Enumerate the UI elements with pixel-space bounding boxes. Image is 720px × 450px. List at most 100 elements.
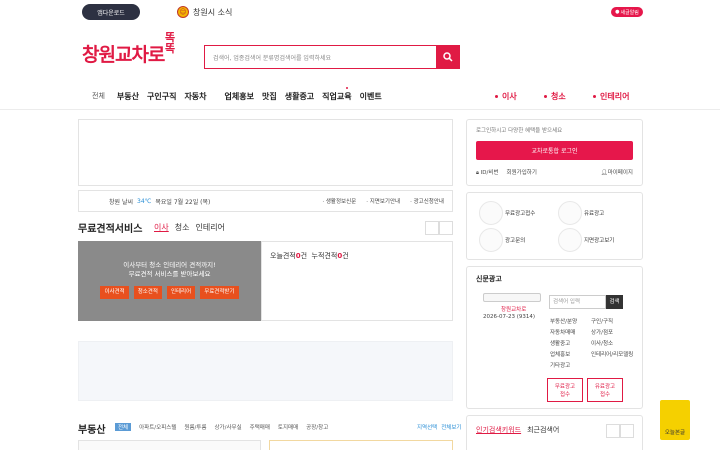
search-icon	[443, 52, 453, 62]
today-label: 오늘견적	[270, 252, 296, 260]
service-inquiry[interactable]: 광고문의	[479, 228, 525, 252]
re-tab-factory[interactable]: 공장/창고	[306, 423, 328, 431]
quote-btn-moving[interactable]: 이사견적	[100, 286, 129, 299]
search-input[interactable]: 검색어, 업종검색어 분류명검색어를 입력하세요	[204, 45, 436, 69]
re-link-region[interactable]: 지역선택	[417, 423, 437, 431]
service-paper-view[interactable]: 지면광고보기	[558, 228, 614, 252]
news-cat[interactable]: 업체홍보	[550, 350, 570, 358]
total-unit: 건	[342, 252, 349, 260]
mypage-link[interactable]: 👤︎마이페이지	[601, 168, 633, 177]
site-logo[interactable]: 창원교차로 똑똑	[82, 32, 175, 67]
link-newspaper[interactable]: 생활정보신문	[322, 197, 356, 205]
tab-interior[interactable]: 인테리어	[195, 222, 224, 233]
nav-item-used[interactable]: 생활중고	[285, 91, 314, 102]
service-icon	[558, 228, 582, 252]
quote-image[interactable]: 이사부터 청소 인테리어 견적까지! 무료견적 서비스를 받아보세요 이사견적 …	[78, 241, 261, 321]
tab-cleaning[interactable]: 청소	[175, 222, 190, 233]
keyword-pager	[606, 424, 634, 438]
quote-image-line2: 무료견적 서비스를 받아보세요	[128, 270, 211, 278]
weather-bar: 창원 날씨 34℃ 목요일 7월 22일 (목) 생활정보신문 지면보기안내 광…	[78, 190, 453, 212]
link-view-guide[interactable]: 지면보기안내	[366, 197, 400, 205]
tab-popular-keywords[interactable]: 인기검색키워드	[476, 425, 521, 441]
news-cat[interactable]: 상가/점포	[591, 328, 613, 336]
realestate-card[interactable]	[78, 440, 261, 450]
re-tab-all[interactable]: 전체	[115, 423, 132, 431]
news-cat[interactable]: 부동산/분양	[550, 317, 577, 325]
ad-banner-2[interactable]	[78, 341, 453, 401]
service-paid-ad[interactable]: 유료광고	[558, 201, 604, 225]
bullet-icon	[593, 95, 596, 98]
link-ad-guide[interactable]: 광고신청안내	[410, 197, 444, 205]
newspaper-card: 신문광고 창원교차로 2026-07-23 (9314) 검색어 입력 검색 부…	[466, 266, 643, 409]
notification-pill[interactable]: ● 새글알림	[611, 7, 643, 17]
promo-text: 창원시 소식	[193, 7, 233, 17]
re-tab-store[interactable]: 상가/사무실	[215, 423, 242, 431]
realestate-links: 지역선택 전체보기	[417, 423, 462, 431]
nav-item-food[interactable]: 맛집	[262, 91, 277, 102]
weather-date: 목요일 7월 22일 (목)	[155, 198, 211, 206]
prev-button[interactable]	[425, 221, 439, 235]
login-card: 로그인하시고 다양한 혜택을 받으세요 교차로통합 로그인 🔒︎ ID/비번 회…	[466, 119, 643, 186]
quote-btn-interior[interactable]: 인테리어	[166, 286, 196, 299]
newspaper-name[interactable]: 창원교차로	[501, 305, 526, 313]
quote-btn-cleaning[interactable]: 청소견적	[133, 286, 162, 299]
re-tab-room[interactable]: 원룸/투룸	[184, 423, 206, 431]
news-cat[interactable]: 생활중고	[550, 339, 570, 347]
search-button[interactable]	[436, 45, 460, 69]
paid-ad-submit-button[interactable]: 유료광고 접수	[587, 378, 623, 402]
bell-icon: ●	[615, 9, 620, 15]
prev-button[interactable]	[606, 424, 620, 438]
realestate-tabs: 전체 아파트/오피스텔 원룸/투룸 상가/사무실 주택매매 토지매매 공장/창고	[115, 423, 328, 431]
nav-item-all[interactable]: 전체	[92, 91, 105, 102]
service-free-ad[interactable]: 무료광고접수	[479, 201, 535, 225]
news-cat[interactable]: 자동차매매	[550, 328, 575, 336]
nav-item-realestate[interactable]: 부동산	[117, 91, 139, 102]
quote-section-title: 무료견적서비스	[78, 224, 143, 235]
nav-right-interior[interactable]: 인테리어	[593, 91, 629, 102]
quote-btn-free[interactable]: 무료견적받기	[200, 286, 239, 299]
re-tab-apt[interactable]: 아파트/오피스텔	[139, 423, 176, 431]
nav-right-moving[interactable]: 이사	[495, 91, 517, 102]
main-nav: 전체 부동산 구인구직 자동차 업체홍보 맛집 생활중고 직업교육 이벤트	[92, 87, 390, 102]
re-tab-land[interactable]: 토지매매	[278, 423, 298, 431]
service-icon	[479, 228, 503, 252]
app-download-button[interactable]: 앱다운로드	[82, 4, 140, 20]
main-banner[interactable]	[78, 119, 453, 186]
bullet-icon	[495, 95, 498, 98]
promo-link[interactable]: ☺ 창원시 소식	[177, 6, 232, 18]
tab-moving[interactable]: 이사	[154, 222, 169, 233]
login-button[interactable]: 교차로통합 로그인	[476, 141, 633, 160]
quote-tabs: 이사 청소 인테리어	[154, 222, 225, 233]
recently-viewed-button[interactable]: 오늘본글	[660, 400, 690, 440]
next-button[interactable]	[439, 221, 453, 235]
newspaper-thumbnail[interactable]	[483, 293, 541, 302]
bullet-icon	[544, 95, 547, 98]
nav-item-jobs[interactable]: 구인구직	[147, 91, 176, 102]
nav-item-education[interactable]: 직업교육	[322, 87, 352, 102]
re-link-all[interactable]: 전체보기	[441, 423, 461, 431]
service-icon	[558, 201, 582, 225]
realestate-title: 부동산	[78, 425, 106, 436]
newspaper-search-input[interactable]: 검색어 입력	[549, 295, 606, 309]
tab-recent-keywords[interactable]: 최근검색어	[527, 425, 559, 441]
re-tab-house[interactable]: 주택매매	[250, 423, 270, 431]
signup-link[interactable]: 회원가입하기	[507, 168, 537, 177]
next-button[interactable]	[620, 424, 634, 438]
news-cat[interactable]: 기타광고	[550, 361, 570, 369]
nav-right-cleaning[interactable]: 청소	[544, 91, 566, 102]
news-cat[interactable]: 이사/청소	[591, 339, 613, 347]
news-cat[interactable]: 구인/구직	[591, 317, 613, 325]
find-account-link[interactable]: 🔒︎ ID/비번	[476, 168, 499, 177]
news-cat[interactable]: 인테리어/리모델링	[591, 350, 633, 358]
nav-item-cars[interactable]: 자동차	[184, 91, 206, 102]
quote-pager	[425, 221, 453, 235]
nav-item-event[interactable]: 이벤트	[360, 91, 382, 102]
service-icon	[479, 201, 503, 225]
quote-image-line1: 이사부터 청소 인테리어 견적까지!	[123, 261, 216, 269]
free-ad-submit-button[interactable]: 무료광고 접수	[547, 378, 583, 402]
quote-stats: 오늘견적0건 누적견적0건	[261, 241, 453, 321]
newspaper-search-button[interactable]: 검색	[606, 295, 623, 309]
realestate-card[interactable]	[269, 440, 453, 450]
nav-item-business[interactable]: 업체홍보	[225, 91, 254, 102]
keyword-card: 인기검색키워드 최근검색어	[466, 415, 643, 450]
